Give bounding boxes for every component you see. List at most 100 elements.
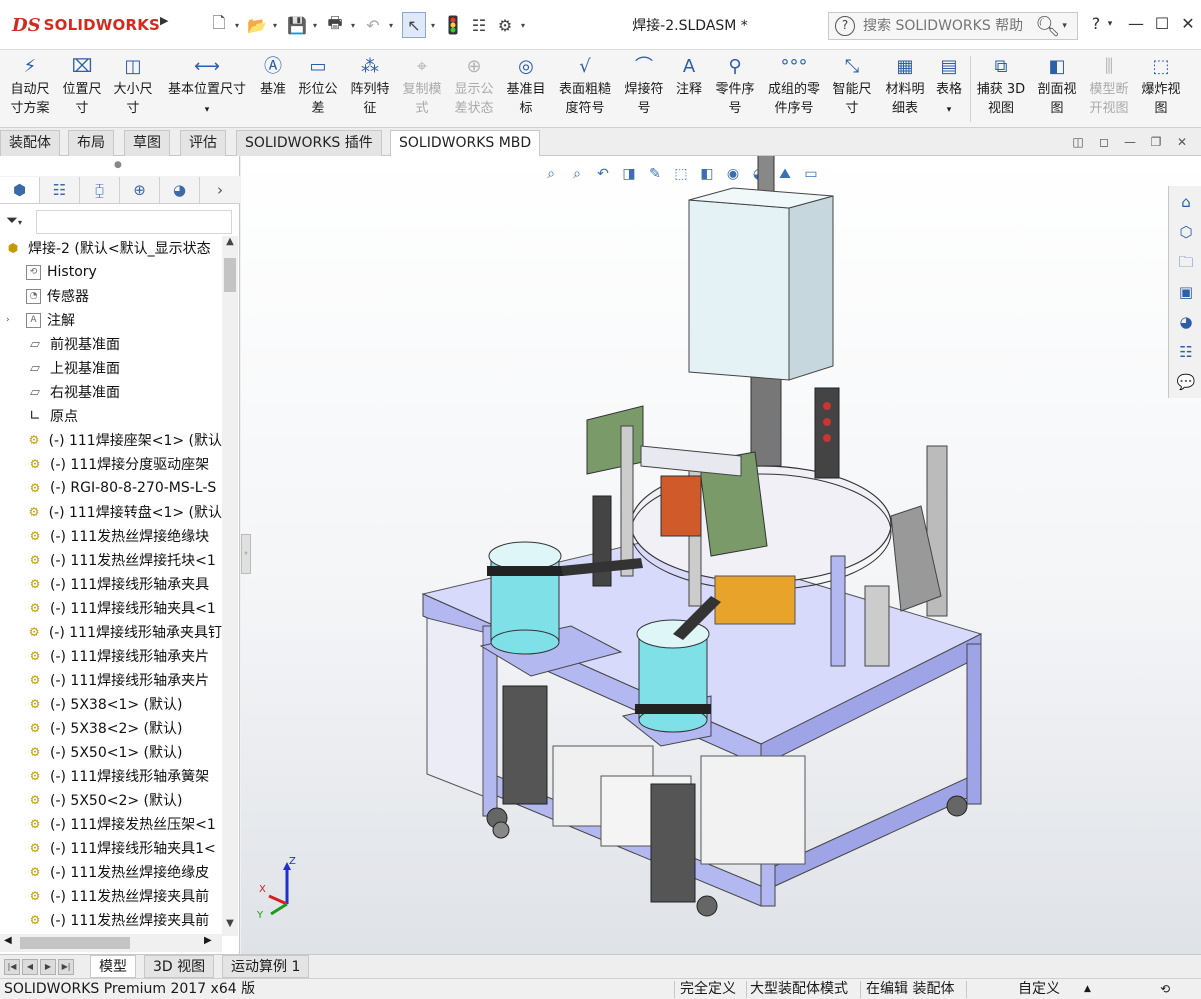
tab-sketch[interactable]: 草图 [124,130,170,156]
datum-target-button[interactable]: ◎ 基准目标 [502,54,550,118]
open-document-icon[interactable]: 📂 [246,12,268,38]
size-dimension-button[interactable]: ◫ 大小尺寸 [108,54,158,118]
tree-item[interactable]: ⚙ (-) 111焊接线形轴承夹片 [0,644,222,668]
units-selector[interactable]: 自定义 [1018,980,1060,999]
tab-model[interactable]: 模型 [90,955,136,978]
viewport-tile-icon[interactable]: ◫ [1070,134,1086,150]
scroll-right-icon[interactable]: ▶ [204,935,212,946]
tree-item[interactable]: ⚙ (-) 111焊接线形轴夹具<1 [0,596,222,620]
new-dropdown-icon[interactable]: ▾ [230,12,242,38]
datum-button[interactable]: Ⓐ 基准 [254,54,292,99]
section-view-button[interactable]: ◧ 剖面视图 [1032,54,1082,118]
scroll-down-icon[interactable]: ▼ [222,918,238,934]
tree-horizontal-scrollbar[interactable]: ◀ ▶ [0,934,222,952]
tree-item[interactable]: ⚙ (-) 5X38<2> (默认) [0,716,222,740]
table-button[interactable]: ▤ 表格 ▾ [932,54,966,120]
tab-motion-study[interactable]: 运动算例 1 [222,955,310,978]
save-icon[interactable]: 💾 [286,12,308,38]
print-dropdown-icon[interactable]: ▾ [346,12,358,38]
next-tab-icon[interactable]: ▶ [40,959,56,975]
help-dropdown-icon[interactable]: ▾ [1104,12,1116,36]
viewport-restore-down-icon[interactable]: ◻ [1096,134,1112,150]
auto-dimension-button[interactable]: ⚡ 自动尺 寸方案 [4,54,56,118]
tree-filter-icon[interactable]: ⏷▾ [6,211,34,233]
model-break-view-button[interactable]: ⫼ 模型断 开视图 [1084,54,1134,118]
close-button[interactable]: ✕ [1176,12,1200,36]
capture-3d-view-button[interactable]: ⧉ 捕获 3D 视图 [974,54,1028,118]
view-palette-icon[interactable]: ▣ [1174,280,1198,304]
tab-evaluate[interactable]: 评估 [180,130,226,156]
print-icon[interactable]: 🖶 [324,12,346,38]
basic-location-dimension-button[interactable]: ⟷ 基本位置尺寸 ▾ [160,54,254,120]
dropdown-arrow-icon[interactable]: ▾ [205,105,210,115]
last-tab-icon[interactable]: ▶| [58,959,74,975]
file-explorer-icon[interactable]: 🗀 [1174,250,1198,274]
tree-item[interactable]: ⚙ (-) 111焊接线形轴承夹具 [0,572,222,596]
custom-properties-icon[interactable]: ☷ [1174,340,1198,364]
tree-item[interactable]: ⚙ (-) 111发热丝焊接夹具前 [0,908,222,932]
bom-button[interactable]: ▦ 材料明 细表 [880,54,930,118]
tab-assembly[interactable]: 装配体 [0,130,60,156]
help-search-box[interactable]: ? 🔍︎ ▾ [828,12,1078,40]
viewport-close-icon[interactable]: ✕ [1174,134,1190,150]
tree-item[interactable]: ⟲ History [0,260,222,284]
undo-dropdown-icon[interactable]: ▾ [384,12,396,38]
graphics-area[interactable]: ⌕ ⌕ ↶ ◨ ✎ ⬚ ◧ ◉ ◕ ⛰ ▭ [241,156,1201,954]
tree-expander-icon[interactable]: › [6,315,18,325]
tree-item[interactable]: ⚙ (-) 111焊接线形轴承簧架 [0,764,222,788]
solidworks-logo[interactable]: DS SOLIDWORKS [12,10,160,40]
table-dropdown-icon[interactable]: ▾ [947,105,952,115]
tree-filter-input[interactable] [36,210,232,234]
horizontal-scroll-thumb[interactable] [20,937,130,949]
smart-dimension-button[interactable]: ⤡ 智能尺寸 [828,54,876,118]
panel-collapse-handle[interactable]: ◦ [241,534,251,574]
rebuild-traffic-light-icon[interactable] [444,12,462,38]
units-dropdown-icon[interactable]: ▲ [1084,980,1091,999]
property-manager-icon[interactable]: ☷ [40,177,80,203]
feature-manager-tree-icon[interactable]: ⬢ [0,177,40,203]
select-pointer-icon[interactable]: ↖ [402,12,426,38]
select-dropdown-icon[interactable]: ▾ [426,12,438,38]
menu-expand-arrow-icon[interactable]: ▶ [160,14,174,36]
tree-item[interactable]: ⚙ (-) 111发热丝焊接绝缘皮 [0,860,222,884]
first-tab-icon[interactable]: |◀ [4,959,20,975]
configuration-manager-icon[interactable]: ⧮ [80,177,120,203]
scroll-left-icon[interactable]: ◀ [4,935,12,946]
options-dropdown-icon[interactable]: ▾ [516,12,528,38]
search-icon[interactable]: 🔍︎ [1035,14,1060,38]
tree-root[interactable]: ⬢ 焊接-2 (默认<默认_显示状态 [0,236,222,260]
pattern-feature-button[interactable]: ⁂ 阵列特征 [346,54,394,118]
prev-tab-icon[interactable]: ◀ [22,959,38,975]
tree-item[interactable]: ⚙ (-) 5X50<2> (默认) [0,788,222,812]
surface-finish-button[interactable]: √ 表面粗糙 度符号 [554,54,616,118]
panel-grip-icon[interactable]: ● [114,160,124,170]
show-tolerance-status-button[interactable]: ⊕ 显示公 差状态 [450,54,498,118]
tree-vertical-scrollbar[interactable]: ▲ ▼ [222,236,238,936]
tree-item[interactable]: ⚙ (-) 111焊接发热丝压架<1 [0,812,222,836]
options-gear-icon[interactable]: ⚙ [494,12,516,38]
undo-icon[interactable]: ↶ [362,12,384,38]
tree-item[interactable]: ⚙ (-) 111焊接座架<1> (默认 [0,428,222,452]
tree-item[interactable]: ▱ 前视基准面 [0,332,222,356]
tree-item[interactable]: ⚙ (-) RGI-80-8-270-MS-L-S [0,476,222,500]
tree-item[interactable]: ⚙ (-) 111焊接分度驱动座架 [0,452,222,476]
open-dropdown-icon[interactable]: ▾ [268,12,280,38]
search-input[interactable] [863,18,1033,34]
tab-3d-view[interactable]: 3D 视图 [144,955,215,978]
save-dropdown-icon[interactable]: ▾ [308,12,320,38]
maximize-button[interactable]: ☐ [1150,12,1174,36]
note-button[interactable]: A 注释 [670,54,708,99]
viewport-restore-icon[interactable]: ❐ [1148,134,1164,150]
tree-item[interactable]: ▱ 上视基准面 [0,356,222,380]
viewport-minimize-icon[interactable]: — [1122,134,1138,150]
tree-item[interactable]: ⚙ (-) 111发热丝焊接夹具前 [0,884,222,908]
rebuild-status-icon[interactable]: ⟲ [1160,980,1170,999]
home-icon[interactable]: ⌂ [1174,190,1198,214]
forum-icon[interactable]: 💬 [1174,370,1198,394]
tree-item[interactable]: › A 注解 [0,308,222,332]
copy-scheme-button[interactable]: ⌖ 复制模式 [398,54,446,118]
tree-item[interactable]: ∟ 原点 [0,404,222,428]
tree-item[interactable]: ⚙ (-) 111发热丝焊接绝缘块 [0,524,222,548]
tab-solidworks-addins[interactable]: SOLIDWORKS 插件 [236,130,382,156]
geometric-tolerance-button[interactable]: ▭ 形位公差 [296,54,340,118]
